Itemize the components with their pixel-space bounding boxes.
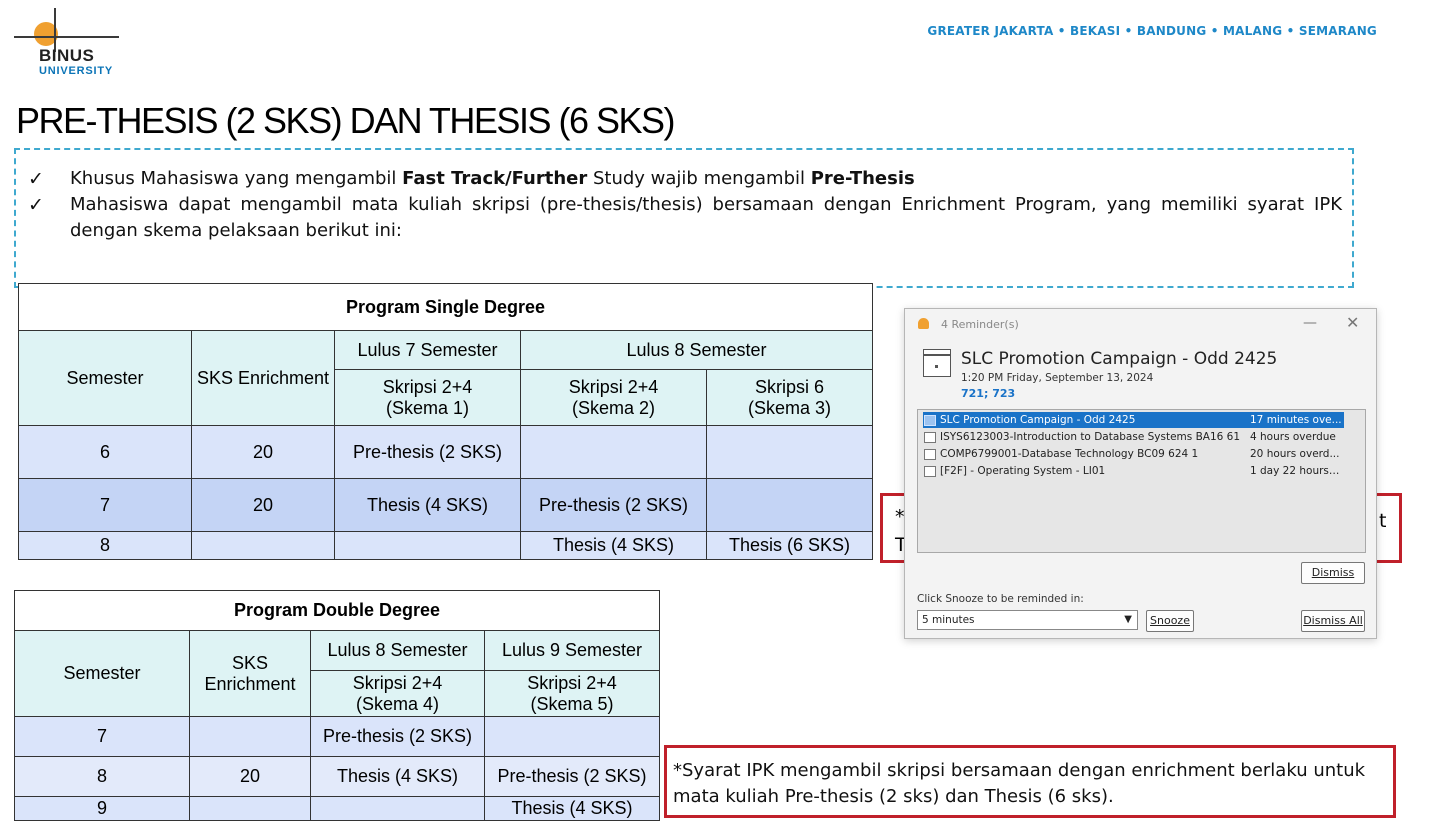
snooze-select[interactable]: 5 minutes ▼ <box>917 610 1138 630</box>
logo-subtext: UNIVERSITY <box>39 65 114 77</box>
reminder-location: 721; 723 <box>961 387 1016 400</box>
reminder-subject: SLC Promotion Campaign - Odd 2425 <box>961 349 1278 369</box>
bullet1-bold-pre-thesis: Pre-Thesis <box>810 168 915 189</box>
table-row: 7 20 Thesis (4 SKS) Pre-thesis (2 SKS) <box>18 478 873 532</box>
col-skema-5: Skripsi 2+4 (Skema 5) <box>484 670 660 717</box>
snooze-prompt: Click Snooze to be reminded in: <box>917 593 1084 605</box>
checkmark-icon: ✓ <box>28 168 44 190</box>
bullet2-text: Mahasiswa dapat mengambil mata kuliah sk… <box>70 194 1342 241</box>
list-item[interactable]: SLC Promotion Campaign - Odd 2425 17 min… <box>923 412 1344 428</box>
table-row: 9 Thesis (4 SKS) <box>14 796 660 821</box>
footnote-line-1: *Syarat IPK mengambil skripsi bersamaan … <box>673 760 1366 781</box>
dismiss-all-button[interactable]: Dismiss All <box>1301 610 1365 632</box>
double-degree-table: Program Double Degree Semester SKS Enrich… <box>14 590 660 821</box>
requirements-box: ✓ Khusus Mahasiswa yang mengambil Fast T… <box>14 148 1354 288</box>
reminder-window[interactable]: 4 Reminder(s) — ✕ SLC Promotion Campaign… <box>904 308 1377 639</box>
bullet-fast-track: ✓ Khusus Mahasiswa yang mengambil Fast T… <box>28 166 1342 192</box>
col-lulus-8: Lulus 8 Semester <box>520 330 873 370</box>
chevron-down-icon: ▼ <box>1124 614 1132 625</box>
calendar-icon <box>923 349 951 377</box>
table-row: 6 20 Pre-thesis (2 SKS) <box>18 425 873 479</box>
col-skema-1: Skripsi 2+4 (Skema 1) <box>334 369 521 426</box>
snooze-button[interactable]: Snooze <box>1146 610 1194 632</box>
binus-logo: BINUS UNIVERSITY <box>14 6 144 77</box>
col-semester: Semester <box>14 630 190 717</box>
footnote-partial-right: t <box>1379 510 1387 532</box>
col-semester: Semester <box>18 330 192 426</box>
calendar-item-icon <box>924 415 936 426</box>
bullet1-text-mid: Study wajib mengambil <box>587 168 811 189</box>
list-item[interactable]: ISYS6123003-Introduction to Database Sys… <box>923 429 1344 445</box>
close-button[interactable]: ✕ <box>1346 313 1359 332</box>
col-sks-enrichment: SKS Enrichment <box>191 330 335 426</box>
single-degree-title: Program Single Degree <box>18 283 873 331</box>
dismiss-button[interactable]: Dismiss <box>1301 562 1365 584</box>
logo-text: BINUS <box>39 46 95 65</box>
minimize-button[interactable]: — <box>1303 315 1317 331</box>
single-degree-table: Program Single Degree Semester SKS Enric… <box>18 283 873 560</box>
col-skema-3: Skripsi 6 (Skema 3) <box>706 369 873 426</box>
footnote-line-2: mata kuliah Pre-thesis (2 sks) dan Thesi… <box>673 786 1114 807</box>
list-item[interactable]: [F2F] - Operating System - LI01 1 day 22… <box>923 463 1344 479</box>
checkmark-icon: ✓ <box>28 194 44 216</box>
bullet1-text: Khusus Mahasiswa yang mengambil <box>70 168 403 189</box>
list-item[interactable]: COMP6799001-Database Technology BC09 624… <box>923 446 1344 462</box>
calendar-item-icon <box>924 432 936 443</box>
double-degree-title: Program Double Degree <box>14 590 660 631</box>
col-lulus-7: Lulus 7 Semester <box>334 330 521 370</box>
bullet-enrichment: ✓ Mahasiswa dapat mengambil mata kuliah … <box>28 192 1342 244</box>
col-lulus-9: Lulus 9 Semester <box>484 630 660 671</box>
col-lulus-8: Lulus 8 Semester <box>310 630 485 671</box>
col-skema-2: Skripsi 2+4 (Skema 2) <box>520 369 707 426</box>
calendar-item-icon <box>924 449 936 460</box>
reminder-window-title: 4 Reminder(s) <box>941 318 1019 331</box>
slide-title: PRE-THESIS (2 SKS) DAN THESIS (6 SKS) <box>16 100 676 141</box>
campus-cities: GREATER JAKARTA • BEKASI • BANDUNG • MAL… <box>927 24 1377 38</box>
calendar-item-icon <box>924 466 936 477</box>
col-sks-enrichment: SKS Enrichment <box>189 630 311 717</box>
reminder-time: 1:20 PM Friday, September 13, 2024 <box>961 372 1154 384</box>
table-row: 8 20 Thesis (4 SKS) Pre-thesis (2 SKS) <box>14 756 660 797</box>
logo-crosshair-h <box>14 36 119 38</box>
reminder-list[interactable]: SLC Promotion Campaign - Odd 2425 17 min… <box>917 409 1366 553</box>
table-row: 7 Pre-thesis (2 SKS) <box>14 716 660 757</box>
table-row: 8 Thesis (4 SKS) Thesis (6 SKS) <box>18 531 873 560</box>
bullet1-bold-fast-track: Fast Track/Further <box>402 168 588 189</box>
col-skema-4: Skripsi 2+4 (Skema 4) <box>310 670 485 717</box>
footnote-box: *Syarat IPK mengambil skripsi bersamaan … <box>664 745 1396 818</box>
